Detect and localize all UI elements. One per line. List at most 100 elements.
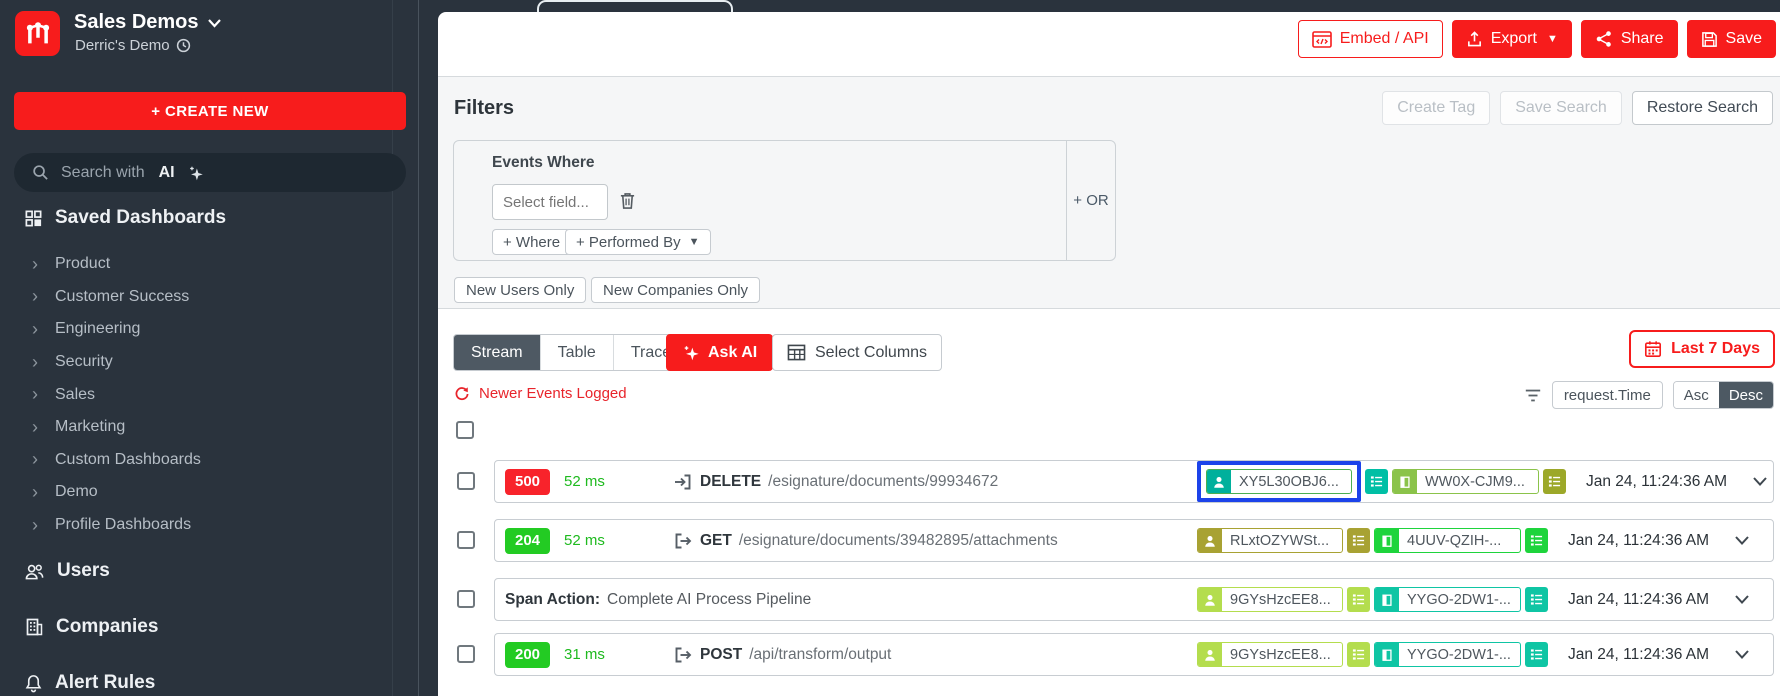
restore-search-button[interactable]: Restore Search [1631, 91, 1773, 125]
row-checkbox[interactable] [457, 645, 475, 663]
save-search-button[interactable]: Save Search [1500, 91, 1622, 125]
event-timestamp: Jan 24, 11:24:36 AM [1568, 590, 1710, 608]
company-details-icon[interactable] [1525, 642, 1548, 667]
header-actions: Embed / API Export ▼ Share Save [1297, 20, 1776, 58]
event-row[interactable]: 500 52 ms DELETE /esignature/documents/9… [457, 460, 1774, 503]
user-id-chip[interactable]: XY5L30OBJ6... [1206, 469, 1352, 494]
sort-lines-icon[interactable] [1524, 388, 1542, 403]
embed-api-button[interactable]: Embed / API [1297, 20, 1443, 58]
sort-desc-button[interactable]: Desc [1718, 382, 1773, 408]
latency-value: 52 ms [564, 532, 605, 549]
chevron-right-icon: › [32, 351, 38, 372]
select-field-input[interactable] [492, 184, 608, 220]
user-id-chip[interactable]: 9GYsHzcEE8... [1197, 587, 1343, 612]
moesif-logo[interactable] [15, 11, 60, 56]
search-input[interactable]: Search with AI [14, 153, 406, 192]
workspace-subtitle-row[interactable]: Derric's Demo [75, 37, 191, 54]
sidebar-item-custom-dashboards[interactable]: › Custom Dashboards [0, 444, 418, 477]
user-id-chip[interactable]: 9GYsHzcEE8... [1197, 642, 1343, 667]
chevron-right-icon: › [32, 286, 38, 307]
users-icon [25, 564, 44, 579]
date-range-button[interactable]: Last 7 Days [1629, 330, 1775, 368]
select-all-checkbox[interactable] [456, 421, 474, 439]
add-performed-by-button[interactable]: + Performed By ▼ [565, 229, 711, 255]
sidebar-item-profile-dashboards[interactable]: › Profile Dashboards [0, 509, 418, 542]
company-id-chip[interactable]: WW0X-CJM9... [1392, 469, 1539, 494]
user-id-value: 9GYsHzcEE8... [1230, 646, 1331, 663]
row-meta: 9GYsHzcEE8... YYGO-2DW1-... Jan 24, 11:2… [1197, 634, 1750, 675]
row-checkbox[interactable] [457, 472, 475, 490]
user-id-value: 9GYsHzcEE8... [1230, 591, 1331, 608]
view-tabs: Stream Table Trace [453, 334, 690, 371]
sidebar-item-engineering[interactable]: › Engineering [0, 313, 418, 346]
add-where-button[interactable]: + Where [492, 229, 572, 255]
export-button[interactable]: Export ▼ [1451, 20, 1572, 58]
create-tag-button[interactable]: Create Tag [1382, 91, 1491, 125]
expand-chevron-icon[interactable] [1734, 594, 1750, 605]
events-where-label: Events Where [492, 154, 595, 171]
event-row[interactable]: Span Action: Complete AI Process Pipelin… [457, 578, 1774, 621]
sidebar-item-product[interactable]: › Product [0, 248, 418, 281]
sidebar-section-saved-dashboards[interactable]: Saved Dashboards [24, 207, 226, 229]
new-users-only-button[interactable]: New Users Only [454, 277, 587, 303]
latency-value: 52 ms [564, 473, 605, 490]
new-companies-only-button[interactable]: New Companies Only [591, 277, 761, 303]
sort-asc-button[interactable]: Asc [1673, 382, 1719, 408]
sort-controls: request.Time Asc Desc [1524, 381, 1774, 409]
sidebar-item-label: Profile Dashboards [55, 516, 192, 534]
company-id-chip[interactable]: YYGO-2DW1-... [1374, 642, 1521, 667]
newer-events-button[interactable]: Newer Events Logged [454, 385, 627, 402]
expand-chevron-icon[interactable] [1734, 649, 1750, 660]
select-columns-button[interactable]: Select Columns [772, 334, 943, 371]
company-id-chip[interactable]: YYGO-2DW1-... [1374, 587, 1521, 612]
company-details-icon[interactable] [1543, 469, 1566, 494]
ask-ai-button[interactable]: Ask AI [666, 334, 774, 371]
share-label: Share [1620, 30, 1664, 47]
chevron-right-icon: › [32, 514, 38, 535]
event-row[interactable]: 204 52 ms GET /esignature/documents/3948… [457, 519, 1774, 562]
sidebar-section-users[interactable]: Users [24, 560, 110, 582]
expand-chevron-icon[interactable] [1752, 476, 1768, 487]
chevron-right-icon: › [32, 416, 38, 437]
workspace-title: Sales Demos [74, 11, 199, 33]
date-range-label: Last 7 Days [1671, 340, 1760, 357]
row-checkbox[interactable] [457, 590, 475, 608]
user-details-icon[interactable] [1347, 528, 1370, 553]
caret-down-icon: ▼ [688, 236, 700, 248]
user-details-icon[interactable] [1347, 642, 1370, 667]
sidebar: Sales Demos Derric's Demo + CREATE NEW S… [0, 0, 419, 696]
http-method: POST [700, 645, 743, 663]
create-new-button[interactable]: + CREATE NEW [14, 92, 406, 130]
http-method: GET [700, 531, 732, 549]
sidebar-section-alert-rules[interactable]: Alert Rules [24, 672, 155, 694]
chevron-right-icon: › [32, 481, 38, 502]
workspace-switcher[interactable]: Sales Demos [74, 11, 222, 34]
delete-filter-button[interactable] [619, 191, 636, 210]
sidebar-item-demo[interactable]: › Demo [0, 476, 418, 509]
event-row[interactable]: 200 31 ms POST /api/transform/output 9GY… [457, 633, 1774, 676]
sort-field-button[interactable]: request.Time [1551, 381, 1663, 409]
company-details-icon[interactable] [1525, 528, 1548, 553]
company-id-chip[interactable]: 4UUV-QZIH-... [1374, 528, 1521, 553]
user-details-icon[interactable] [1365, 469, 1388, 494]
company-details-icon[interactable] [1525, 587, 1548, 612]
sidebar-item-sales[interactable]: › Sales [0, 378, 418, 411]
user-icon [1198, 529, 1222, 552]
user-details-icon[interactable] [1347, 587, 1370, 612]
tab-table[interactable]: Table [539, 335, 613, 370]
user-id-chip[interactable]: RLxtOZYWSt... [1197, 528, 1343, 553]
search-ai-label: AI [158, 163, 175, 181]
performed-by-label: + Performed By [576, 233, 681, 251]
sidebar-item-customer-success[interactable]: › Customer Success [0, 281, 418, 314]
sidebar-item-marketing[interactable]: › Marketing [0, 411, 418, 444]
save-button[interactable]: Save [1686, 20, 1776, 58]
sidebar-item-label: Security [55, 353, 113, 371]
sidebar-section-companies[interactable]: Companies [24, 616, 158, 638]
sidebar-item-security[interactable]: › Security [0, 346, 418, 379]
tab-stream[interactable]: Stream [454, 335, 540, 370]
share-button[interactable]: Share [1580, 20, 1678, 58]
row-checkbox[interactable] [457, 531, 475, 549]
add-or-button[interactable]: + OR [1066, 141, 1115, 260]
expand-chevron-icon[interactable] [1734, 535, 1750, 546]
chevron-down-icon [207, 18, 221, 28]
